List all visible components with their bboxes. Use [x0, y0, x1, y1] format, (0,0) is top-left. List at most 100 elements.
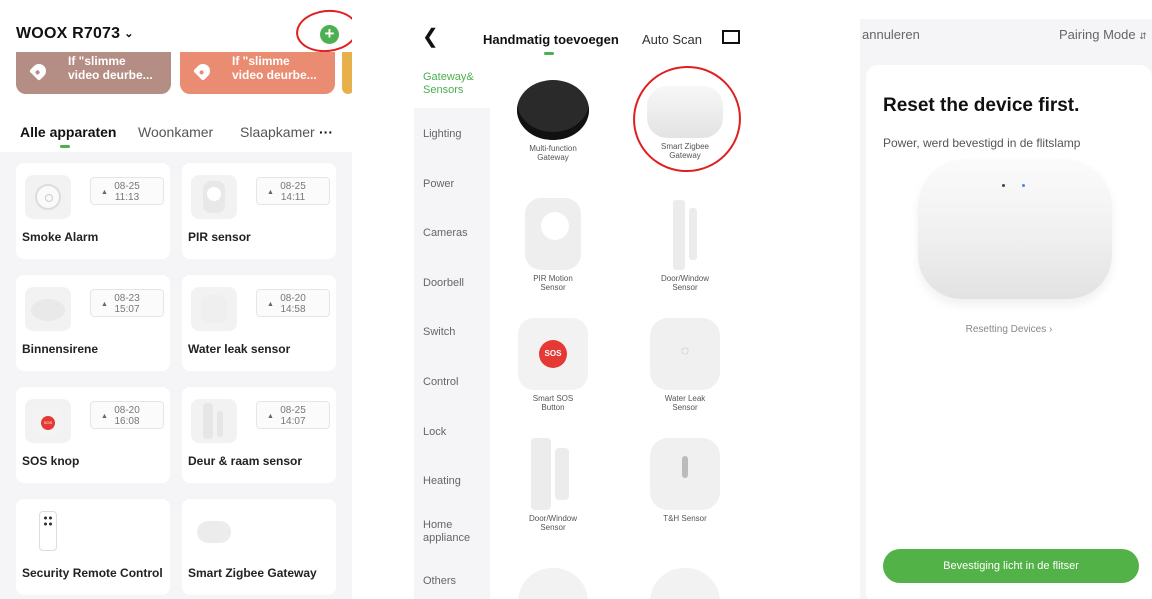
annotation-circle — [293, 6, 352, 56]
product-label: PIR Motion — [533, 274, 573, 283]
category-power[interactable]: Power — [423, 178, 454, 191]
product-water-leak-sensor[interactable]: Water LeakSensor — [630, 318, 740, 412]
scene-banner[interactable]: If "slimme video deurbe... — [180, 52, 335, 94]
more-tabs-button[interactable]: ··· — [319, 124, 333, 140]
device-card[interactable]: ▲ 08-23 15:07 Binnensirene — [16, 275, 170, 371]
device-name: Smart Zigbee Gateway — [188, 566, 317, 580]
pir-sensor-icon — [525, 198, 581, 270]
tab-indicator — [60, 145, 70, 148]
resetting-devices-label: Resetting Devices — [965, 324, 1047, 335]
tab-bedroom[interactable]: Slaapkamer — [240, 124, 315, 140]
device-card[interactable]: Security Remote Control — [16, 499, 170, 595]
bell-icon: ▲ — [101, 189, 108, 196]
product-partial[interactable] — [498, 560, 608, 599]
category-others[interactable]: Others — [423, 575, 456, 588]
scene-banner[interactable] — [342, 52, 352, 94]
product-label: Button — [541, 403, 565, 412]
product-smart-sos-button[interactable]: Smart SOSButton — [498, 318, 608, 412]
device-name: Security Remote Control — [22, 566, 163, 580]
last-event-badge: ▲ 08-25 14:07 — [256, 401, 330, 429]
device-name: PIR sensor — [188, 230, 251, 244]
device-card[interactable]: ▲ 08-25 11:13 Smoke Alarm — [16, 163, 170, 259]
product-label: T&H Sensor — [663, 514, 707, 523]
product-door-window-sensor-2[interactable]: Door/Window Sensor — [498, 438, 608, 532]
product-partial[interactable] — [630, 560, 740, 599]
product-label: Door/Window — [528, 514, 577, 523]
led-dot — [1022, 184, 1025, 187]
scene-banners: If "slimme video deurbe... If "slimme vide… — [0, 52, 352, 96]
confirm-blinking-button[interactable]: Bevestiging licht in de flitser — [883, 549, 1139, 583]
back-arrow-icon[interactable]: ❮ — [422, 27, 439, 47]
water-sensor-icon — [191, 287, 237, 331]
product-label: Water Leak — [664, 394, 706, 403]
add-device-screen: ❮ Handmatig toevoegen Auto Scan Gateway&… — [404, 0, 754, 599]
category-home-appliance[interactable]: Home appliance — [423, 519, 470, 545]
page-title: Reset the device first. — [883, 95, 1080, 116]
home-header: WOOX R7073 ⌄ + — [0, 0, 352, 60]
sos-button-icon — [25, 399, 71, 443]
tab-living-room[interactable]: Woonkamer — [138, 124, 213, 140]
tab-indicator — [544, 52, 554, 55]
room-tabs: Alle apparaten Woonkamer Slaapkamer ··· — [0, 96, 352, 152]
product-pir-motion-sensor[interactable]: PIR Motion Sensor — [498, 198, 608, 292]
cancel-button[interactable]: annuleren — [862, 27, 920, 42]
device-card[interactable]: ▲ 08-25 14:07 Deur & raam sensor — [182, 387, 336, 483]
product-door-window-sensor[interactable]: Door/Window Sensor — [630, 198, 740, 292]
led-dot — [1002, 184, 1005, 187]
last-event-badge: ▲ 08-20 16:08 — [90, 401, 164, 429]
device-card[interactable]: ▲08-2016:08 SOS knop — [16, 387, 170, 483]
scan-icon[interactable] — [722, 30, 740, 44]
home-screen: WOOX R7073 ⌄ + If "slimme video deurbe... … — [0, 0, 352, 599]
chevron-right-icon: › — [1049, 324, 1053, 335]
pairing-mode-selector[interactable]: Pairing Mode ⇵ — [1059, 27, 1147, 42]
product-label: Sensor — [540, 283, 566, 292]
banner-line: video deurbe... — [68, 68, 153, 82]
gateway-device-image — [918, 159, 1112, 299]
scene-banner[interactable]: If "slimme video deurbe... — [16, 52, 171, 94]
device-icon — [518, 568, 588, 599]
device-name: Water leak sensor — [188, 342, 291, 356]
device-icon — [650, 568, 720, 599]
door-sensor-icon — [525, 438, 581, 510]
category-lighting[interactable]: Lighting — [423, 128, 462, 141]
door-sensor-icon — [665, 198, 705, 270]
siren-icon — [25, 287, 71, 331]
product-th-sensor[interactable]: T&H Sensor — [630, 438, 740, 523]
resetting-devices-link[interactable]: Resetting Devices › — [866, 324, 1152, 335]
category-heating[interactable]: Heating — [423, 475, 461, 488]
category-switch[interactable]: Switch — [423, 326, 455, 339]
product-label: Multi-function — [529, 144, 577, 153]
instruction-text: Power, werd bevestigd in de flitslamp — [883, 136, 1081, 150]
home-selector[interactable]: WOOX R7073 ⌄ — [16, 25, 134, 43]
bell-icon: ▲ — [101, 301, 108, 308]
banner-line: video deurbe... — [232, 68, 317, 82]
category-sidebar: Gateway& Sensors Lighting Power Cameras … — [414, 62, 490, 599]
product-label: Door/Window — [660, 274, 709, 283]
product-label: Sensor — [672, 283, 698, 292]
tag-icon — [193, 61, 213, 81]
pairing-screen: annuleren Pairing Mode ⇵ Reset the devic… — [860, 19, 1152, 599]
home-name: WOOX R7073 — [16, 25, 121, 42]
pairing-mode-label: Pairing Mode — [1059, 27, 1136, 42]
category-gateway-sensors[interactable]: Gateway& Sensors — [423, 71, 474, 97]
tab-all-devices[interactable]: Alle apparaten — [20, 124, 116, 140]
product-label: Sensor — [540, 523, 566, 532]
category-lock[interactable]: Lock — [423, 426, 446, 439]
pir-sensor-icon — [191, 175, 237, 219]
multi-gateway-icon — [517, 80, 589, 140]
gateway-icon — [191, 511, 237, 555]
device-name: Deur & raam sensor — [188, 454, 303, 468]
device-card[interactable]: Smart Zigbee Gateway — [182, 499, 336, 595]
pairing-topbar: annuleren Pairing Mode ⇵ — [860, 19, 1152, 61]
bell-icon: ▲ — [267, 301, 274, 308]
product-multi-function-gateway[interactable]: Multi-function Gateway — [498, 74, 608, 162]
remote-icon — [25, 511, 71, 555]
tab-auto-scan[interactable]: Auto Scan — [642, 32, 702, 47]
device-card[interactable]: ▲ 08-20 14:58 Water leak sensor — [182, 275, 336, 371]
category-control[interactable]: Control — [423, 376, 458, 389]
category-doorbell[interactable]: Doorbell — [423, 277, 464, 290]
device-card[interactable]: ▲ 08-25 14:11 PIR sensor — [182, 163, 336, 259]
tab-manual-add[interactable]: Handmatig toevoegen — [483, 32, 619, 47]
water-sensor-icon — [650, 318, 720, 390]
category-cameras[interactable]: Cameras — [423, 227, 468, 240]
